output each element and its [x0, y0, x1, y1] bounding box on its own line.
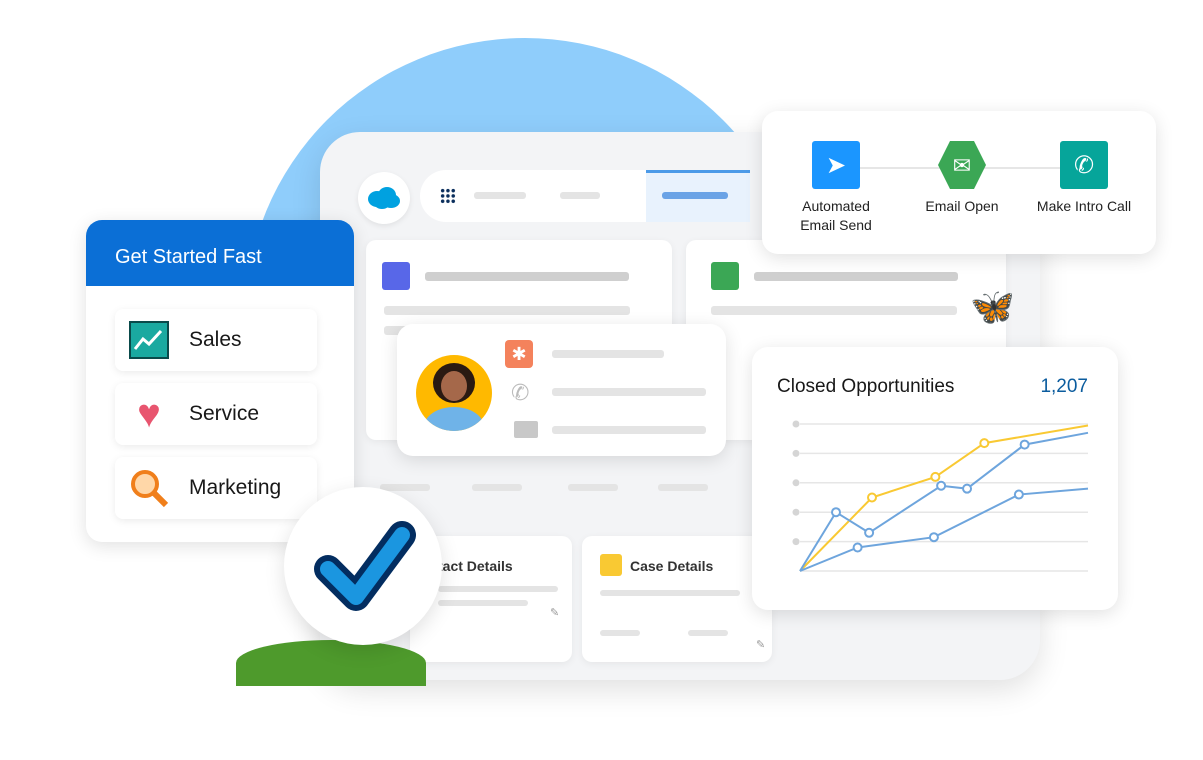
item-label: Marketing: [189, 476, 282, 499]
flow-step-intro-call[interactable]: ✆ Make Intro Call: [1028, 141, 1140, 216]
contact-popover: ✱ ✆: [397, 324, 726, 456]
nav-bar: [420, 170, 750, 222]
case-details-title: Case Details: [630, 558, 714, 574]
person-icon: ✱: [505, 340, 533, 368]
butterfly-icon: 🦋: [970, 286, 1015, 327]
checklist-icon: [711, 262, 739, 290]
y-tick-dot: [792, 479, 800, 487]
edit-icon[interactable]: ✎: [756, 638, 765, 651]
data-point: [864, 527, 875, 538]
checkmark-badge: [284, 487, 442, 645]
data-point: [979, 438, 990, 449]
data-point: [1013, 489, 1024, 500]
sales-chart-icon: [129, 320, 169, 360]
contact-card-icon: [382, 262, 410, 290]
y-tick-dot: [792, 508, 800, 516]
nav-tab-active[interactable]: [646, 170, 750, 222]
step-label: Email Open: [925, 198, 999, 214]
flow-step-email-send[interactable]: ➤ Automated Email Send: [786, 141, 886, 235]
data-point: [852, 542, 863, 553]
get-started-item-sales[interactable]: Sales: [115, 309, 317, 371]
salesforce-logo: [358, 172, 410, 224]
step-label: Make Intro Call: [1036, 198, 1132, 214]
data-point: [928, 532, 939, 543]
series-line: [799, 487, 1089, 572]
contact-details-title: tact Details: [438, 558, 513, 574]
phone-icon: ✆: [511, 380, 530, 405]
line-chart: [792, 420, 1089, 572]
series-line: [799, 424, 1089, 572]
item-label: Service: [189, 402, 260, 425]
case-icon: [600, 554, 622, 576]
data-point: [867, 492, 877, 503]
data-point: [936, 480, 947, 491]
get-started-item-service[interactable]: ♥ Service: [115, 383, 317, 445]
data-point: [962, 483, 973, 494]
get-started-title: Get Started Fast: [86, 220, 354, 286]
grass-decoration: [236, 640, 426, 686]
step-label: Automated Email Send: [800, 198, 872, 233]
flow-step-email-open[interactable]: ✉ Email Open: [912, 141, 1012, 216]
closed-opportunities-chart: Closed Opportunities 1,207: [752, 347, 1118, 610]
email-open-icon: ✉: [938, 141, 986, 189]
send-icon: ➤: [812, 141, 860, 189]
y-tick-dot: [792, 420, 800, 428]
checkmark-icon: [314, 521, 416, 611]
nav-tab[interactable]: [474, 192, 526, 199]
heart-icon: ♥: [137, 391, 161, 436]
data-point: [930, 471, 941, 482]
mail-icon: [514, 421, 538, 438]
journey-flow-card: ➤ Automated Email Send ✉ Email Open ✆ Ma…: [762, 111, 1156, 254]
case-details-card: Case Details ✎: [582, 536, 772, 662]
magnifier-person-icon: [129, 468, 169, 508]
phone-icon: ✆: [1060, 141, 1108, 189]
data-point: [831, 507, 841, 518]
data-point: [1019, 439, 1030, 450]
y-tick-dot: [792, 538, 800, 546]
y-tick-dot: [792, 449, 800, 457]
edit-icon[interactable]: ✎: [550, 606, 559, 619]
avatar: [416, 355, 492, 431]
item-label: Sales: [189, 328, 242, 351]
nav-tab[interactable]: [560, 192, 600, 199]
app-launcher-icon[interactable]: [440, 188, 456, 204]
